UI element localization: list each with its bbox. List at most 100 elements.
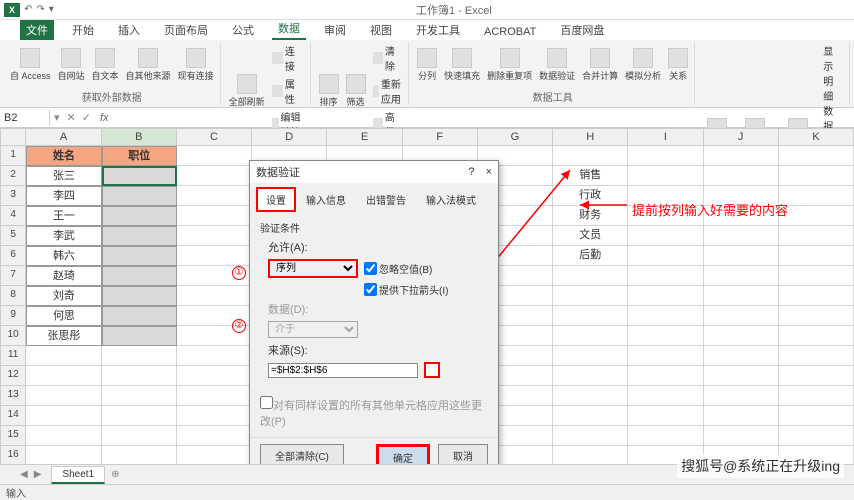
cell[interactable] — [553, 406, 628, 426]
cell[interactable] — [779, 286, 854, 306]
row-header[interactable]: 13 — [0, 386, 26, 406]
row-header[interactable]: 10 — [0, 326, 26, 346]
cell[interactable] — [704, 386, 779, 406]
tab-dev[interactable]: 开发工具 — [410, 20, 466, 40]
cell[interactable] — [553, 346, 628, 366]
cell[interactable] — [628, 326, 703, 346]
btn-filter[interactable]: 筛选 — [344, 72, 368, 110]
cell[interactable] — [102, 386, 177, 406]
btn-refresh[interactable]: 全部刷新 — [227, 72, 267, 110]
row-header[interactable]: 8 — [0, 286, 26, 306]
cell[interactable] — [628, 346, 703, 366]
formula-bar[interactable] — [115, 116, 854, 120]
tab-home[interactable]: 开始 — [66, 20, 100, 40]
tab-file[interactable]: 文件 — [20, 20, 54, 40]
cell[interactable] — [779, 326, 854, 346]
cell[interactable] — [704, 366, 779, 386]
tab-acrobat[interactable]: ACROBAT — [478, 24, 542, 40]
cell[interactable] — [553, 446, 628, 466]
cell[interactable] — [779, 366, 854, 386]
tab-view[interactable]: 视图 — [364, 20, 398, 40]
cell[interactable] — [779, 186, 854, 206]
cell[interactable] — [779, 146, 854, 166]
btn-web[interactable]: 自网站 — [56, 46, 87, 84]
row-header[interactable]: 4 — [0, 206, 26, 226]
btn-removedup[interactable]: 删除重复项 — [485, 46, 534, 84]
fx-icon[interactable]: fx — [94, 112, 115, 124]
cell[interactable] — [553, 326, 628, 346]
cell[interactable] — [704, 286, 779, 306]
col-d[interactable]: D — [252, 128, 327, 146]
cell[interactable] — [704, 346, 779, 366]
cell[interactable] — [628, 406, 703, 426]
sheet-tab[interactable]: Sheet1 — [51, 466, 105, 484]
cell[interactable] — [779, 346, 854, 366]
cell[interactable] — [628, 426, 703, 446]
row-header[interactable]: 14 — [0, 406, 26, 426]
cell[interactable] — [553, 306, 628, 326]
btn-access[interactable]: 自 Access — [8, 46, 53, 84]
row-header[interactable]: 2 — [0, 166, 26, 186]
btn-validation[interactable]: 数据验证 — [537, 46, 577, 84]
col-h[interactable]: H — [553, 128, 628, 146]
dlg-tab-input[interactable]: 输入信息 — [296, 187, 356, 212]
cell[interactable] — [628, 266, 703, 286]
cell[interactable] — [26, 346, 101, 366]
cell[interactable]: 张三 — [26, 166, 101, 186]
cell[interactable] — [628, 366, 703, 386]
cell[interactable] — [177, 166, 252, 186]
cell[interactable] — [26, 446, 101, 466]
allow-select[interactable]: 序列 — [268, 259, 358, 278]
dlg-tab-ime[interactable]: 输入法模式 — [416, 187, 486, 212]
btn-other[interactable]: 自其他来源 — [124, 46, 173, 84]
cell[interactable]: 姓名 — [26, 146, 101, 166]
cell[interactable] — [102, 266, 177, 286]
dialog-close-icon[interactable]: × — [486, 166, 492, 178]
cell[interactable] — [553, 386, 628, 406]
cell[interactable] — [779, 266, 854, 286]
cell[interactable] — [177, 346, 252, 366]
col-c[interactable]: C — [177, 128, 252, 146]
cell[interactable] — [628, 166, 703, 186]
tab-formula[interactable]: 公式 — [226, 20, 260, 40]
btn-showdetail[interactable]: 显示明细数据 — [821, 42, 845, 134]
cell[interactable] — [628, 286, 703, 306]
btn-whatif[interactable]: 模拟分析 — [623, 46, 663, 84]
dlg-tab-settings[interactable]: 设置 — [256, 187, 296, 212]
cell[interactable]: 李四 — [26, 186, 101, 206]
cell[interactable] — [704, 406, 779, 426]
cell[interactable] — [102, 366, 177, 386]
cell[interactable] — [779, 426, 854, 446]
cell[interactable] — [704, 266, 779, 286]
cell[interactable] — [102, 446, 177, 466]
row-header[interactable]: 11 — [0, 346, 26, 366]
cell[interactable]: 刘奇 — [26, 286, 101, 306]
cell[interactable] — [177, 226, 252, 246]
cell[interactable] — [102, 426, 177, 446]
row-header[interactable]: 3 — [0, 186, 26, 206]
cell[interactable] — [704, 226, 779, 246]
cell[interactable] — [628, 146, 703, 166]
cell[interactable] — [628, 226, 703, 246]
fx-cancel-icon[interactable]: ✕ — [64, 111, 79, 124]
cell[interactable] — [177, 386, 252, 406]
cell[interactable] — [779, 406, 854, 426]
dlg-tab-error[interactable]: 出错警告 — [356, 187, 416, 212]
btn-reapply[interactable]: 重新应用 — [371, 75, 405, 107]
btn-consolidate[interactable]: 合并计算 — [580, 46, 620, 84]
cell[interactable] — [553, 286, 628, 306]
cell[interactable]: 财务 — [553, 206, 628, 226]
cell[interactable] — [102, 286, 177, 306]
btn-relations[interactable]: 关系 — [666, 46, 690, 84]
fx-ok-icon[interactable]: ✓ — [79, 111, 94, 124]
btn-texttocol[interactable]: 分列 — [415, 46, 439, 84]
cell[interactable] — [553, 366, 628, 386]
cell[interactable]: 李武 — [26, 226, 101, 246]
add-sheet-icon[interactable]: ⊕ — [111, 469, 119, 480]
col-e[interactable]: E — [327, 128, 402, 146]
cell[interactable] — [704, 146, 779, 166]
cell[interactable] — [102, 406, 177, 426]
row-header[interactable]: 7 — [0, 266, 26, 286]
cell[interactable] — [177, 366, 252, 386]
cell[interactable] — [779, 386, 854, 406]
